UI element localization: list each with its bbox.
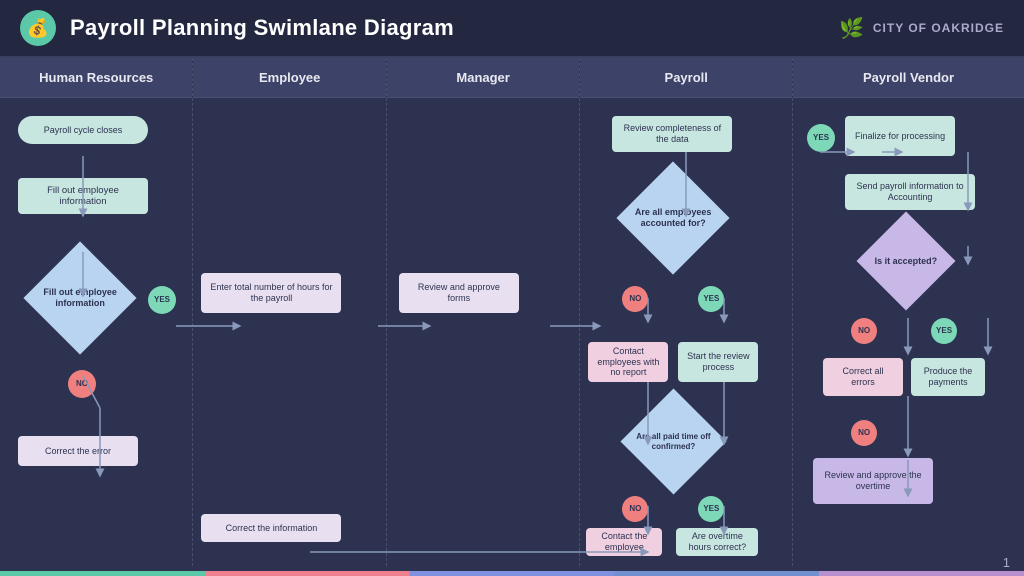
lane-payroll: Payroll Review completeness of the data … xyxy=(580,58,793,566)
brand: 🌿 CITY OF OAKRIDGE xyxy=(839,16,1004,41)
contact-employees: Contact employees with no report xyxy=(588,342,668,382)
vendor-no2-circle: NO xyxy=(851,420,877,446)
review-approve-overtime: Review and approve the overtime xyxy=(813,458,933,504)
hr-no-circle: NO xyxy=(68,370,96,398)
bottom-bar xyxy=(0,571,1024,576)
payroll-no1-circle: NO xyxy=(622,286,648,312)
swimlanes-container: Human Resources Payroll cycle closes Fil… xyxy=(0,58,1024,566)
brand-name: CITY OF OAKRIDGE xyxy=(873,21,1004,35)
header: 💰 Payroll Planning Swimlane Diagram 🌿 CI… xyxy=(0,0,1024,58)
fill-employee-diamond: Fill out employee information xyxy=(22,258,138,338)
page: 💰 Payroll Planning Swimlane Diagram 🌿 CI… xyxy=(0,0,1024,576)
payroll-cycle-closes: Payroll cycle closes xyxy=(18,116,148,144)
lane-body-payroll: Review completeness of the data Are all … xyxy=(580,98,792,566)
correct-error: Correct the error xyxy=(18,436,138,466)
brand-icon: 🌿 xyxy=(839,16,865,41)
correct-information: Correct the information xyxy=(201,514,341,542)
payroll-yes2-circle: YES xyxy=(698,496,724,522)
lane-body-vendor: YES Finalize for processing Send payroll… xyxy=(793,98,1024,566)
vendor-yes-top-circle: YES xyxy=(807,124,835,152)
vendor-yes1-circle: YES xyxy=(931,318,957,344)
fill-employee-info: Fill out employee information xyxy=(18,178,148,214)
vendor-no1-circle: NO xyxy=(851,318,877,344)
lane-header-employee: Employee xyxy=(193,58,385,98)
logo-icon: 💰 xyxy=(20,10,56,46)
review-approve-forms: Review and approve forms xyxy=(399,273,519,313)
produce-payments: Produce the payments xyxy=(911,358,985,396)
employees-accounted-diamond: Are all employees accounted for? xyxy=(608,178,738,258)
overtime-correct: Are overtime hours correct? xyxy=(676,528,758,556)
enter-total-hours: Enter total number of hours for the payr… xyxy=(201,273,341,313)
is-accepted-diamond: Is it accepted? xyxy=(851,226,961,296)
send-payroll-info: Send payroll information to Accounting xyxy=(845,174,975,210)
payroll-no2-circle: NO xyxy=(622,496,648,522)
lane-manager: Manager Review and approve forms xyxy=(387,58,580,566)
review-completeness: Review completeness of the data xyxy=(612,116,732,152)
payroll-yes1-circle: YES xyxy=(698,286,724,312)
paid-time-diamond: Are all paid time off confirmed? xyxy=(608,406,738,476)
lane-header-manager: Manager xyxy=(387,58,579,98)
lane-header-payroll: Payroll xyxy=(580,58,792,98)
lane-body-manager: Review and approve forms xyxy=(387,98,579,566)
lane-vendor: Payroll Vendor YES Finalize for processi… xyxy=(793,58,1024,566)
lane-body-employee: Enter total number of hours for the payr… xyxy=(193,98,385,566)
finalize-processing: Finalize for processing xyxy=(845,116,955,156)
start-review: Start the review process xyxy=(678,342,758,382)
page-title: Payroll Planning Swimlane Diagram xyxy=(70,15,454,41)
lane-header-hr: Human Resources xyxy=(0,58,192,98)
lane-hr: Human Resources Payroll cycle closes Fil… xyxy=(0,58,193,566)
contact-employee: Contact the employee xyxy=(586,528,662,556)
header-left: 💰 Payroll Planning Swimlane Diagram xyxy=(20,10,454,46)
lane-header-vendor: Payroll Vendor xyxy=(793,58,1024,98)
lane-employee: Employee Enter total number of hours for… xyxy=(193,58,386,566)
correct-all-errors: Correct all errors xyxy=(823,358,903,396)
hr-yes-circle: YES xyxy=(148,286,176,314)
page-number: 1 xyxy=(1003,555,1010,570)
lane-body-hr: Payroll cycle closes Fill out employee i… xyxy=(0,98,192,566)
